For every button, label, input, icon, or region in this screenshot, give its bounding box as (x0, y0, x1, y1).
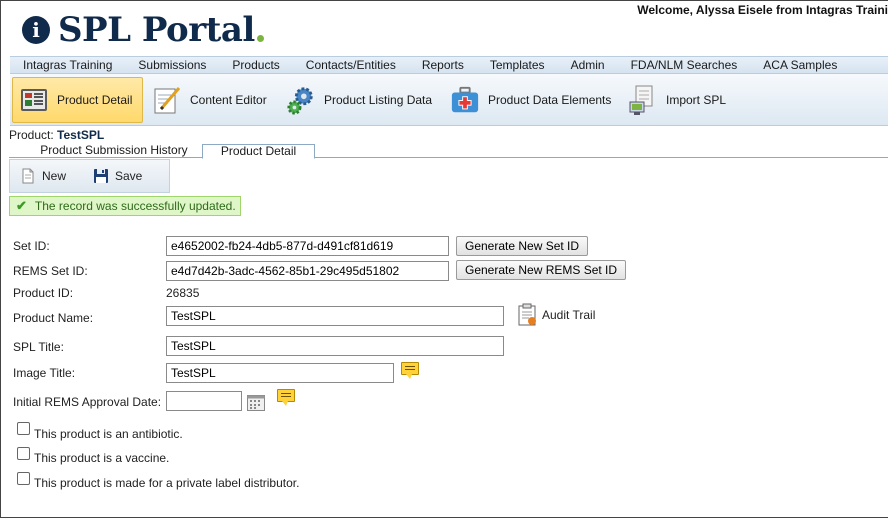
menu-item-intagras-training[interactable]: Intagras Training (10, 57, 125, 73)
save-button[interactable]: Save (93, 168, 142, 184)
save-disk-icon (94, 169, 108, 183)
menu-item-contacts-entities[interactable]: Contacts/Entities (293, 57, 409, 73)
product-header-name: TestSPL (57, 128, 105, 142)
new-label: New (42, 169, 67, 183)
product-detail-button[interactable]: Product Detail (12, 77, 143, 123)
tab-product-detail[interactable]: Product Detail (202, 144, 315, 159)
content-editor-icon (152, 85, 182, 115)
rems-approval-date-label: Initial REMS Approval Date: (13, 395, 162, 409)
product-data-elements-button[interactable]: Product Data Elements (444, 77, 617, 123)
import-spl-icon (628, 85, 658, 115)
spl-title-label: SPL Title: (13, 340, 64, 354)
product-detail-label: Product Detail (57, 93, 133, 107)
set-id-label: Set ID: (13, 239, 50, 253)
audit-trail-link[interactable]: Audit Trail (517, 303, 595, 327)
product-listing-data-button[interactable]: Product Listing Data (280, 77, 438, 123)
rems-approval-date-input[interactable] (166, 391, 242, 411)
image-title-input[interactable] (166, 363, 394, 383)
private-label-checkbox[interactable] (17, 472, 30, 485)
rems-set-id-label: REMS Set ID: (13, 264, 88, 278)
spl-portal-logo[interactable]: i SPL Portal (22, 10, 264, 50)
product-name-input[interactable] (166, 306, 504, 326)
logo-text: SPL Portal (58, 10, 255, 50)
menu-item-templates[interactable]: Templates (477, 57, 558, 73)
product-id-label: Product ID: (13, 286, 74, 300)
vaccine-label: This product is a vaccine. (34, 451, 170, 465)
logo-dot (256, 35, 264, 42)
import-spl-button[interactable]: Import SPL (622, 77, 732, 123)
vaccine-checkbox[interactable] (17, 447, 30, 460)
audit-trail-icon (518, 303, 536, 326)
menu-item-fda-nlm-searches[interactable]: FDA/NLM Searches (618, 57, 751, 73)
product-toolbar: Product Detail Content Editor Product Li… (10, 74, 888, 126)
success-message: ✔ The record was successfully updated. (9, 196, 241, 216)
save-label: Save (115, 169, 143, 183)
menu-item-aca-samples[interactable]: ACA Samples (750, 57, 850, 73)
set-id-input[interactable] (166, 236, 449, 256)
product-id-value: 26835 (166, 286, 200, 300)
audit-trail-label: Audit Trail (542, 308, 596, 322)
product-header-label: Product: (9, 128, 54, 142)
product-header: Product: TestSPL (9, 128, 104, 142)
gears-icon (286, 85, 316, 115)
record-action-bar: New Save (9, 159, 170, 193)
content-editor-button[interactable]: Content Editor (146, 77, 273, 123)
menu-item-admin[interactable]: Admin (558, 57, 618, 73)
tab-strip: Product Submission History Product Detai… (9, 144, 888, 159)
medical-kit-icon (450, 85, 480, 115)
spl-title-input[interactable] (166, 336, 504, 356)
success-message-text: The record was successfully updated. (34, 199, 236, 213)
tab-product-submission-history[interactable]: Product Submission History (21, 144, 207, 158)
menu-item-products[interactable]: Products (219, 57, 292, 73)
new-document-icon (22, 168, 34, 184)
product-data-elements-label: Product Data Elements (488, 93, 612, 107)
content-editor-label: Content Editor (190, 93, 267, 107)
checkmark-icon: ✔ (16, 198, 27, 213)
image-title-label: Image Title: (13, 366, 76, 380)
calendar-icon[interactable] (247, 394, 265, 411)
info-logo-icon: i (22, 16, 50, 44)
rems-set-id-input[interactable] (166, 261, 449, 281)
comment-note-icon[interactable] (401, 362, 419, 379)
import-spl-label: Import SPL (666, 93, 727, 107)
product-name-label: Product Name: (13, 311, 94, 325)
main-menu: Intagras Training Submissions Products C… (10, 56, 888, 74)
private-label-label: This product is made for a private label… (34, 476, 300, 490)
menu-item-reports[interactable]: Reports (409, 57, 477, 73)
welcome-message: Welcome, Alyssa Eisele from Intagras Tra… (637, 3, 888, 17)
product-listing-data-label: Product Listing Data (324, 93, 433, 107)
antibiotic-checkbox[interactable] (17, 422, 30, 435)
product-detail-icon (19, 85, 49, 115)
comment-note-icon-2[interactable] (277, 389, 295, 406)
antibiotic-label: This product is an antibiotic. (34, 427, 183, 441)
menu-item-submissions[interactable]: Submissions (125, 57, 219, 73)
generate-set-id-button[interactable]: Generate New Set ID (456, 236, 589, 256)
new-button[interactable]: New (20, 168, 66, 184)
generate-rems-set-id-button[interactable]: Generate New REMS Set ID (456, 260, 627, 280)
